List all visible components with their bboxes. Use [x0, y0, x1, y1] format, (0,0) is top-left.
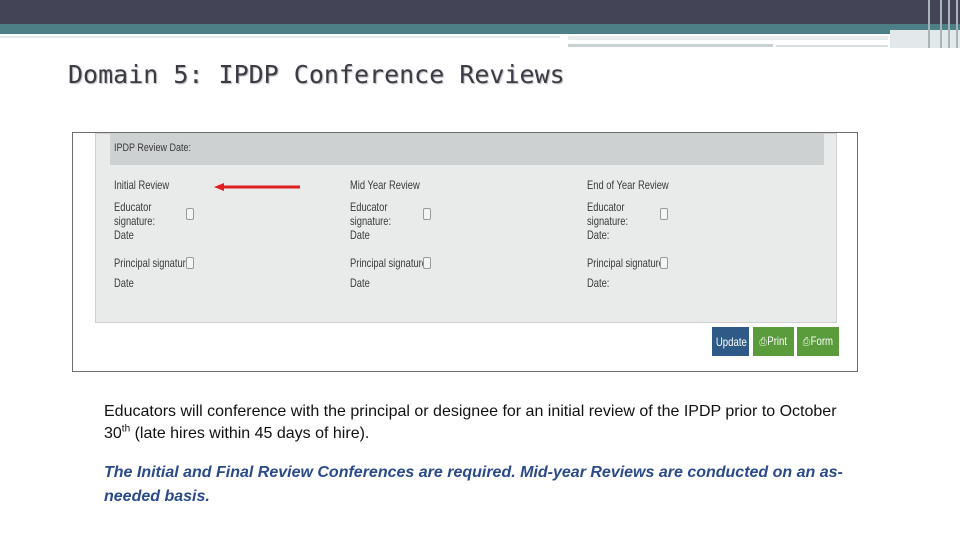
print-button[interactable]: ⎙Print: [753, 327, 794, 356]
form-button-label: Form: [810, 334, 834, 348]
review-date-header: IPDP Review Date:: [110, 134, 824, 165]
review-form-panel: IPDP Review Date: Initial Review Educato…: [95, 133, 837, 323]
top-bar: [0, 0, 960, 24]
body-text-end: (late hires within 45 days of hire).: [130, 425, 370, 442]
top-bar-accent: [0, 24, 960, 34]
page-title: Domain 5: IPDP Conference Reviews: [68, 60, 565, 89]
date-label: Date:: [587, 276, 610, 290]
educator-signature-label: signature:: [587, 214, 629, 228]
pointer-arrow-icon: [214, 183, 300, 191]
date-label: Date: [350, 228, 370, 242]
educator-signature-checkbox[interactable]: [186, 208, 194, 220]
educator-label: Educator: [587, 200, 625, 214]
column-title: End of Year Review: [587, 178, 669, 192]
date-label: Date: [350, 276, 370, 290]
principal-signature-checkbox[interactable]: [186, 257, 194, 269]
date-label: Date:: [587, 228, 610, 242]
date-label: Date: [114, 228, 134, 242]
educator-label: Educator: [350, 200, 388, 214]
educator-signature-checkbox[interactable]: [660, 208, 668, 220]
review-date-label: IPDP Review Date:: [114, 142, 192, 154]
divider: [776, 45, 888, 47]
educator-label: Educator: [114, 200, 152, 214]
principal-signature-label: Principal signature:: [350, 256, 430, 270]
update-button[interactable]: Update: [712, 327, 749, 356]
column-title: Mid Year Review: [350, 178, 420, 192]
requirement-note: The Initial and Final Review Conferences…: [104, 464, 843, 505]
column-title: Initial Review: [114, 178, 170, 192]
form-button[interactable]: ⎙Form: [797, 327, 839, 356]
principal-signature-label: Principal signature:: [587, 256, 667, 270]
divider: [568, 36, 888, 40]
date-label: Date: [114, 276, 134, 290]
update-button-label: Update: [715, 334, 747, 349]
principal-signature-checkbox[interactable]: [423, 257, 431, 269]
printer-icon: ⎙: [759, 336, 767, 348]
divider: [0, 36, 560, 38]
divider: [568, 44, 773, 47]
educator-signature-label: signature:: [114, 214, 156, 228]
form-screenshot: IPDP Review Date: Initial Review Educato…: [72, 132, 858, 372]
ordinal-suffix: th: [121, 423, 131, 435]
principal-signature-checkbox[interactable]: [660, 257, 668, 269]
educator-signature-checkbox[interactable]: [423, 208, 431, 220]
body-paragraph: Educators will conference with the princ…: [104, 401, 844, 445]
educator-signature-label: signature:: [350, 214, 392, 228]
printer-icon: ⎙: [802, 336, 810, 348]
print-button-label: Print: [767, 334, 788, 348]
principal-signature-label: Principal signature:: [114, 256, 194, 270]
